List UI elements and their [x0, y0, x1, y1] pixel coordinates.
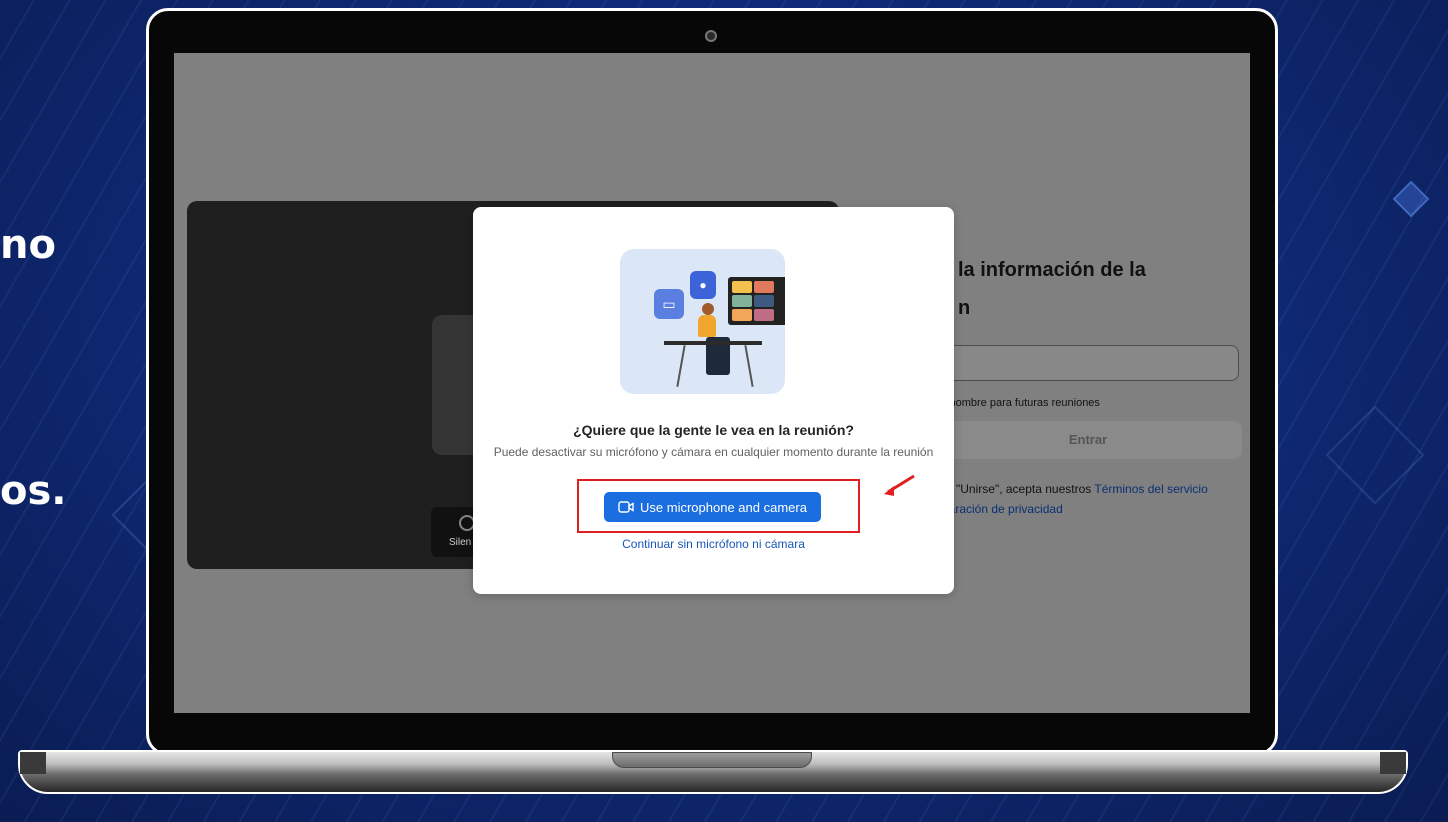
person-illustration	[702, 303, 714, 315]
terms-text: n "Unirse", acepta nuestros Términos del…	[946, 479, 1250, 519]
side-caption-1: no	[0, 222, 56, 268]
form-heading-continued: n	[958, 297, 971, 319]
desk-leg	[744, 345, 754, 387]
laptop-screen: Silen la información de la n i nombre pa…	[174, 53, 1250, 713]
laptop-base-edge	[1380, 752, 1406, 774]
remember-name-label: i nombre para futuras reuniones	[944, 397, 1100, 409]
video-camera-icon	[618, 501, 634, 513]
monitor-illustration	[728, 277, 785, 325]
form-heading: la información de la	[958, 259, 1146, 281]
side-caption-2: os.	[0, 468, 67, 514]
mute-button-label: Silen	[449, 537, 472, 548]
terms-prefix: n "Unirse", acepta nuestros	[946, 482, 1095, 496]
name-input[interactable]	[934, 345, 1239, 381]
join-button[interactable]: Entrar	[934, 421, 1242, 459]
terms-link[interactable]: Términos del servicio	[1094, 482, 1207, 496]
decorative-diamond	[1392, 180, 1430, 218]
permission-dialog: ▭ ● ¿Quiere que la gente le vea en la re…	[473, 207, 954, 594]
person-body	[698, 315, 716, 337]
privacy-link[interactable]: laración de privacidad	[946, 502, 1063, 516]
laptop-base-edge	[20, 752, 46, 774]
webcam-icon	[705, 30, 717, 42]
meeting-illustration: ▭ ●	[620, 249, 785, 394]
use-mic-camera-label: Use microphone and camera	[640, 499, 807, 515]
video-camera-icon: ▭	[654, 289, 684, 319]
microphone-icon: ●	[690, 271, 716, 299]
dialog-description: Puede desactivar su micrófono y cámara e…	[493, 445, 934, 459]
decorative-diamond	[1325, 405, 1425, 505]
desk-leg	[676, 345, 686, 387]
red-arrow-icon	[884, 474, 915, 496]
use-mic-camera-button[interactable]: Use microphone and camera	[604, 492, 821, 522]
desk-illustration	[664, 341, 762, 345]
dialog-title: ¿Quiere que la gente le vea en la reunió…	[573, 422, 854, 438]
laptop-notch	[612, 752, 812, 768]
continue-without-media-link[interactable]: Continuar sin micrófono ni cámara	[473, 537, 954, 551]
